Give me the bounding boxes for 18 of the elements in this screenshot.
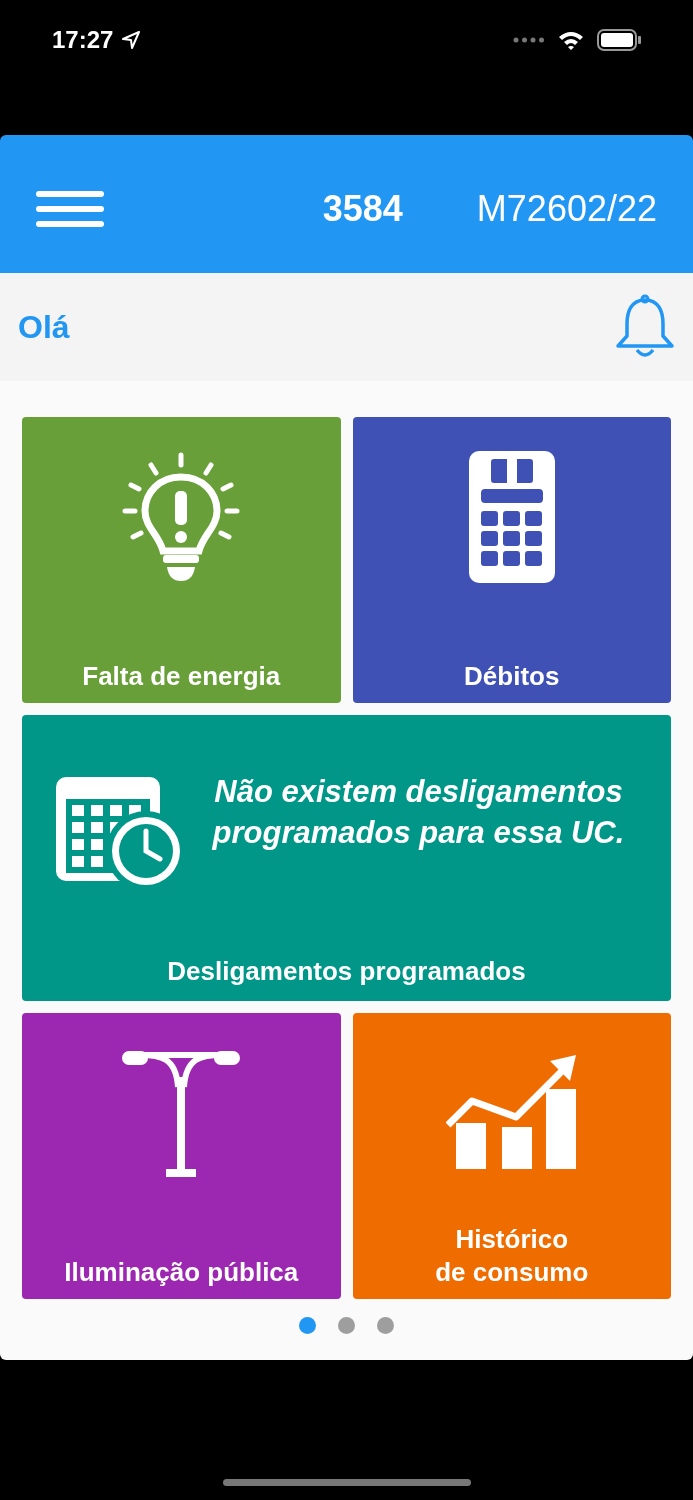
location-arrow-icon xyxy=(121,30,142,50)
bell-icon[interactable] xyxy=(615,294,675,360)
bar-chart-icon xyxy=(445,1055,578,1171)
wifi-icon xyxy=(557,30,585,50)
lightbulb-icon xyxy=(121,451,242,583)
menu-tile[interactable]: Iluminação pública xyxy=(22,1013,341,1299)
signal-icon xyxy=(513,37,545,43)
greeting: Olá xyxy=(18,308,70,347)
battery-icon xyxy=(597,29,641,51)
menu-icon[interactable] xyxy=(36,191,104,227)
menu-tile[interactable]: Débitos xyxy=(352,417,671,703)
meter-number: M72602/22 xyxy=(476,187,657,231)
status-time: 17:27 xyxy=(52,25,114,55)
calculator-icon xyxy=(468,451,555,583)
account-number: 3584 xyxy=(322,187,403,231)
menu-tile[interactable]: Histórico de consumo xyxy=(352,1013,671,1299)
outage-schedule-tile[interactable]: Não existem desligamentos programados para essa UC. Desligamentos programados xyxy=(22,715,671,1001)
menu-tile[interactable]: Falta de energia xyxy=(22,417,341,703)
